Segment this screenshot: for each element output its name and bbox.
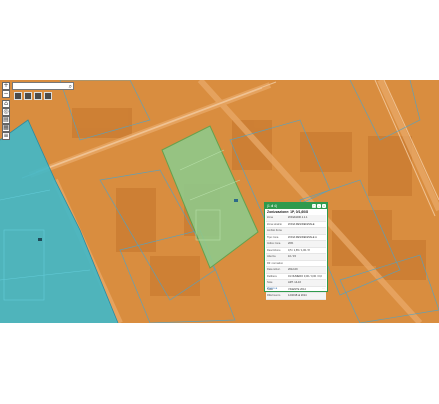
tool-button-3[interactable] [34,92,42,100]
popup-row-value: ART. 14-16 [288,281,301,284]
popup-row-key: Ambito Zona [267,229,282,232]
popup-row-key: Tipo zona [267,235,279,239]
popup-row-key: Data istituz. [267,268,281,271]
popup-row-value: VIGENTE 2014 [288,287,306,291]
search-icon[interactable]: ⌕ [69,83,72,90]
map-marker [38,238,42,241]
tool-button-2[interactable] [24,92,32,100]
more-options-icon[interactable]: ··· [322,286,325,290]
popup-row-value: ZONA1000.1.1.1 [288,216,308,219]
tool-button-1[interactable] [14,92,22,100]
popup-next-icon[interactable]: › [317,204,321,208]
map-marker-2 [234,199,238,202]
popup-pager: (1 di 4) [267,204,277,208]
popup-row-key: Note [267,281,273,284]
tool-button-4[interactable] [44,92,52,100]
popup-row-value: 0,5 / 1,65 / 1,00 / 8 [288,248,310,252]
popup-row-value: 10 / 15 [288,255,296,258]
popup-dock-icon[interactable]: ▢ [312,204,316,208]
search-box[interactable]: ⌕ [12,82,74,90]
popup-header: (1 di 4) ▢ › × [265,203,327,209]
popup-row-value: 20% [288,242,294,245]
popup-row-key: Delibera [267,274,277,278]
popup-row-key: Riferimento [267,294,281,297]
legend-button[interactable]: ≡ [2,132,10,140]
zoom-out-button[interactable]: − [2,90,10,98]
popup-close-icon[interactable]: × [322,204,326,208]
zoom-to-link[interactable]: Zoom a [267,286,277,290]
popup-row-key: Altezza [267,255,276,258]
popup-row-key: Indice zona [267,242,281,245]
map-canvas[interactable] [0,80,439,323]
popup-row-value: 12/2018 al 2014 [288,294,307,297]
popup-row-value: 2012-09 [288,268,298,271]
feature-popup[interactable]: (1 di 4) ▢ › × Zonizzazione: 1P, 0/1,60/… [264,202,328,300]
popup-row-value: ZONA RESIDENZIALE A [288,235,317,239]
popup-row-key: Rif. normativo [267,261,283,265]
map-view[interactable] [0,80,439,323]
zoom-in-button[interactable]: + [2,82,10,90]
basemap-button[interactable]: ▦ [2,124,10,132]
popup-row-key: Zona [267,216,273,219]
layers-button[interactable]: ▤ [2,116,10,124]
popup-row-key: Zona stralcio [267,222,282,226]
home-button[interactable]: ⌂ [2,100,10,108]
locate-button[interactable]: ◎ [2,108,10,116]
popup-row: Riferimento 12/2018 al 2014 [266,293,326,300]
popup-row-value: ZONA RESIDENZIALE [288,222,315,226]
popup-row-key: Descrizione [267,248,281,252]
popup-title: Zonizzazione: 1P, 0/1,60/8 [267,210,309,214]
popup-row-value: 01 NUMERO 0,00 / 0,00 / 0,0 [288,274,322,278]
